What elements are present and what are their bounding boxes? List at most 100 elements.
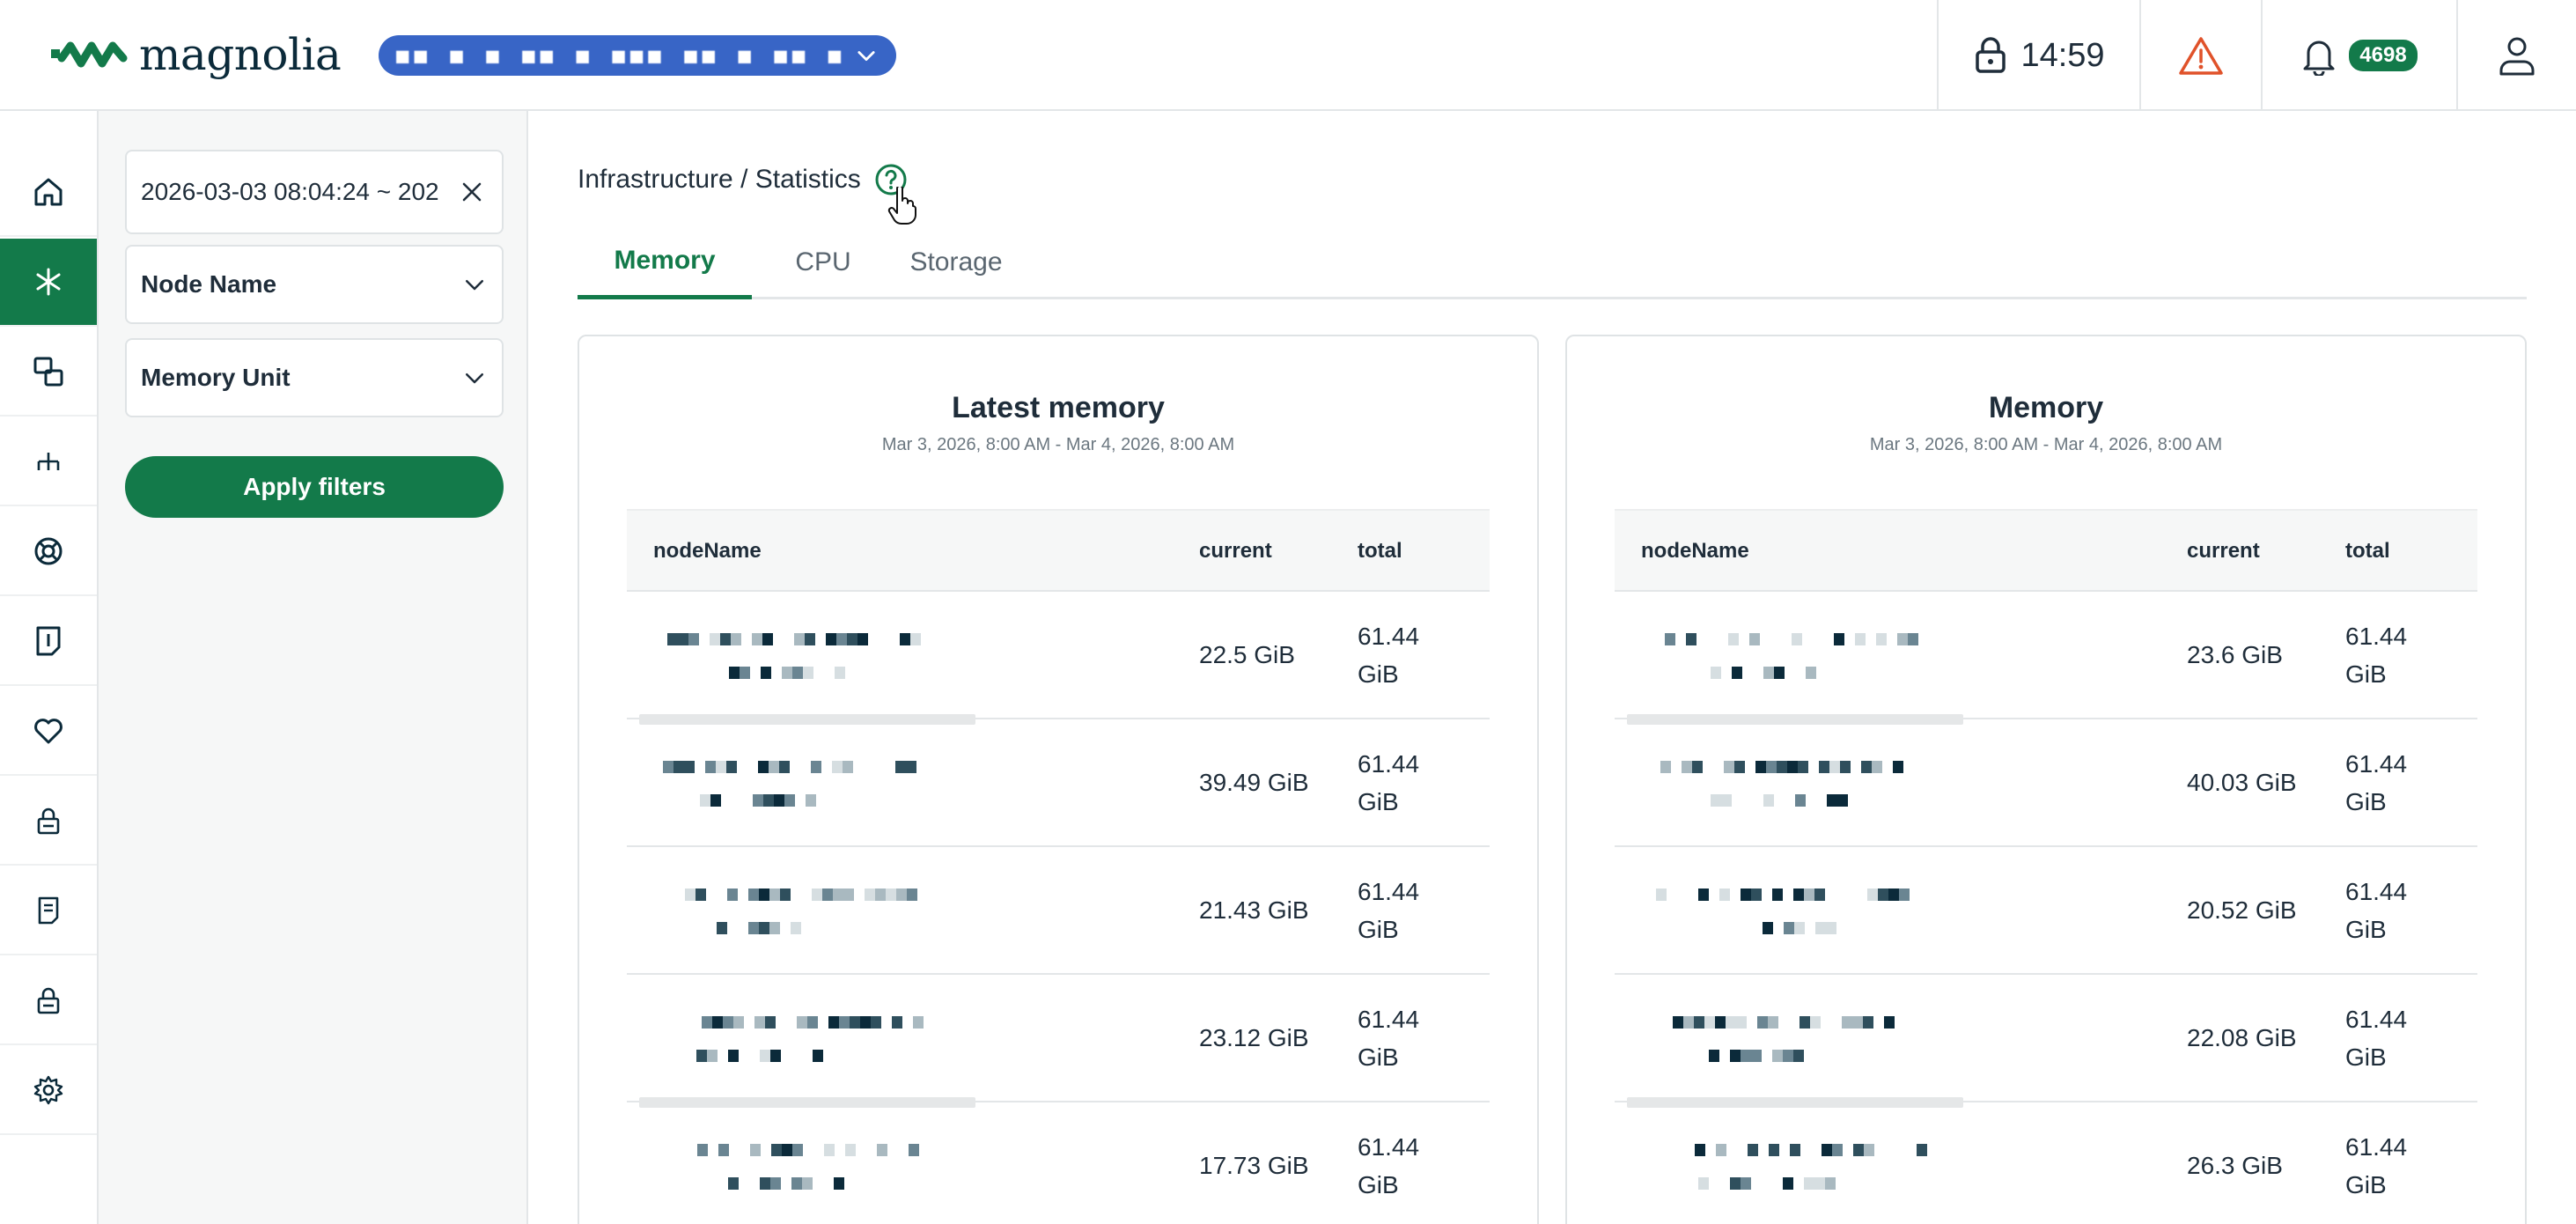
table-row[interactable]: 17.73 GiB 61.44 GiB	[627, 1102, 1490, 1224]
current-memory-cell: 40.03 GiB	[2187, 769, 2297, 796]
latest-memory-card: Latest memory Mar 3, 2026, 8:00 AM - Mar…	[578, 335, 1539, 1224]
notifications-button[interactable]: 4698	[2263, 0, 2456, 111]
column-header-current[interactable]: current	[1199, 511, 1272, 592]
redacted-node-name	[1673, 1015, 1895, 1062]
node-name-cell	[653, 592, 970, 718]
column-header-total[interactable]: total	[2345, 511, 2390, 592]
latest-memory-table: nodeName current total 22.5 GiB 61.44 GiB…	[627, 509, 1490, 1224]
sidebar-item-infrastructure[interactable]	[0, 239, 97, 327]
redacted-node-name	[697, 1143, 919, 1190]
table-row[interactable]: 26.3 GiB 61.44 GiB	[1615, 1102, 2477, 1224]
node-name-cell	[1641, 975, 1958, 1101]
redacted-node-name	[1656, 888, 1910, 934]
tab-storage[interactable]: Storage	[896, 225, 1016, 299]
document-icon	[38, 896, 59, 925]
sidebar-item-documents[interactable]	[0, 867, 97, 955]
sidebar-item-billing[interactable]	[0, 598, 97, 686]
table-row[interactable]: 40.03 GiB 61.44 GiB	[1615, 719, 2477, 847]
current-memory-cell: 20.52 GiB	[2187, 896, 2297, 924]
alerts-button[interactable]	[2141, 0, 2261, 111]
sidebar-item-security[interactable]	[0, 957, 97, 1045]
lock-icon	[1976, 37, 2006, 73]
total-memory-cell: 61.44 GiB	[1358, 749, 1420, 815]
notification-count-badge: 4698	[2349, 40, 2418, 71]
current-memory-cell: 22.5 GiB	[1199, 641, 1295, 668]
total-memory-cell: 61.44 GiB	[2345, 1132, 2408, 1198]
sidebar-item-resources[interactable]	[0, 328, 97, 417]
current-memory-cell: 26.3 GiB	[2187, 1152, 2283, 1179]
total-memory-cell: 61.44 GiB	[2345, 622, 2408, 688]
node-name-cell	[1641, 592, 1958, 718]
table-row[interactable]: 22.08 GiB 61.44 GiB	[1615, 975, 2477, 1108]
table-body: 22.5 GiB 61.44 GiB 39.49 GiB 61.44 GiB 21.43…	[627, 592, 1490, 1224]
current-memory-cell: 23.6 GiB	[2187, 641, 2283, 668]
sidebar-item-health[interactable]	[0, 688, 97, 776]
table-row[interactable]: 39.49 GiB 61.44 GiB	[627, 719, 1490, 847]
table-row[interactable]: 22.5 GiB 61.44 GiB	[627, 592, 1490, 725]
current-memory-cell: 23.12 GiB	[1199, 1024, 1309, 1051]
tenant-selector[interactable]: ■■ ■ ■ ■■ ■ ■■■ ■■ ■ ■■ ■	[379, 35, 896, 76]
node-name-select[interactable]: Node Name	[125, 245, 504, 324]
gear-icon	[33, 1075, 63, 1105]
memory-unit-label: Memory Unit	[141, 364, 291, 391]
user-menu-button[interactable]	[2458, 0, 2576, 111]
date-range-field[interactable]	[125, 150, 504, 234]
total-memory-cell: 61.44 GiB	[1358, 877, 1420, 943]
total-memory-cell: 61.44 GiB	[2345, 1005, 2408, 1071]
sidebar-item-support[interactable]	[0, 508, 97, 596]
support-icon	[34, 537, 63, 565]
tab-cpu[interactable]: CPU	[775, 225, 872, 299]
total-memory-cell: 61.44 GiB	[1358, 1132, 1420, 1198]
resources-icon	[33, 357, 63, 387]
breadcrumb: Infrastructure / Statistics	[578, 162, 909, 197]
memory-unit-select[interactable]: Memory Unit	[125, 338, 504, 417]
node-name-cell	[1641, 719, 1958, 845]
redacted-node-name	[1660, 760, 1903, 807]
column-header-nodename[interactable]: nodeName	[1641, 511, 1749, 592]
total-memory-cell: 61.44 GiB	[2345, 877, 2408, 943]
column-header-nodename[interactable]: nodeName	[653, 511, 762, 592]
current-memory-cell: 22.08 GiB	[2187, 1024, 2297, 1051]
node-name-cell	[1641, 847, 1958, 973]
sidebar-item-settings[interactable]	[0, 1047, 97, 1135]
infrastructure-icon	[36, 268, 61, 296]
network-icon	[37, 453, 60, 470]
apply-filters-button[interactable]: Apply filters	[125, 456, 504, 518]
current-memory-cell: 21.43 GiB	[1199, 896, 1309, 924]
chevron-down-icon	[466, 280, 483, 291]
current-memory-cell: 17.73 GiB	[1199, 1152, 1309, 1179]
logo[interactable]: magnolia	[49, 26, 342, 83]
sidebar-item-network[interactable]	[0, 418, 97, 506]
memory-card: Memory Mar 3, 2026, 8:00 AM - Mar 4, 202…	[1565, 335, 2527, 1224]
table-row[interactable]: 23.12 GiB 61.44 GiB	[627, 975, 1490, 1108]
table-row[interactable]: 20.52 GiB 61.44 GiB	[1615, 847, 2477, 975]
table-row[interactable]: 23.6 GiB 61.44 GiB	[1615, 592, 2477, 725]
lock-icon	[37, 987, 60, 1014]
table-header: nodeName current total	[627, 509, 1490, 592]
node-name-label: Node Name	[141, 270, 277, 298]
clear-date-button[interactable]	[456, 176, 488, 208]
pointer-cursor-icon	[887, 187, 916, 225]
tab-memory[interactable]: Memory	[578, 225, 752, 299]
redacted-node-name	[1665, 632, 1918, 679]
logo-text: magnolia	[139, 29, 342, 80]
bell-icon	[2303, 41, 2335, 76]
node-name-cell	[1641, 1102, 1958, 1224]
sidebar-item-home[interactable]	[0, 149, 97, 237]
filter-panel: Node Name Memory Unit Apply filters	[99, 111, 528, 1224]
user-icon	[2499, 37, 2535, 76]
session-timer[interactable]: 14:59	[1939, 0, 2139, 111]
close-icon	[462, 182, 482, 202]
date-range-input[interactable]	[141, 178, 440, 206]
redacted-node-name	[1695, 1143, 1927, 1190]
column-header-total[interactable]: total	[1358, 511, 1402, 592]
sidebar-item-vault[interactable]	[0, 778, 97, 866]
memory-table: nodeName current total 23.6 GiB 61.44 GiB…	[1615, 509, 2477, 1224]
current-memory-cell: 39.49 GiB	[1199, 769, 1309, 796]
total-memory-cell: 61.44 GiB	[1358, 622, 1420, 688]
column-header-current[interactable]: current	[2187, 511, 2260, 592]
node-name-cell	[653, 1102, 970, 1224]
table-row[interactable]: 21.43 GiB 61.44 GiB	[627, 847, 1490, 975]
card-title: Latest memory	[952, 391, 1165, 424]
node-name-cell	[653, 847, 970, 973]
